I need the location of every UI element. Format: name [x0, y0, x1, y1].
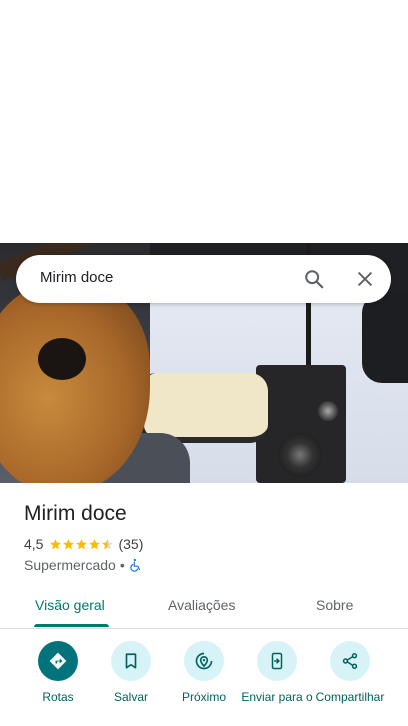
- star-icon: [50, 538, 62, 549]
- send-to-phone-label: Enviar para o: [241, 690, 313, 704]
- category-row: Supermercado •: [24, 557, 143, 573]
- active-tab-indicator: [34, 624, 109, 627]
- map-area[interactable]: [0, 0, 408, 243]
- separator-dot: •: [119, 557, 125, 573]
- wheelchair-accessible-icon: [130, 558, 140, 572]
- bookmark-icon: [125, 653, 137, 669]
- nearby-icon: [195, 652, 213, 670]
- search-icon: [305, 270, 324, 289]
- nearby-label: Próximo: [181, 690, 226, 704]
- send-to-phone-button[interactable]: Enviar para o: [239, 641, 315, 704]
- tab-overview[interactable]: Visão geral: [35, 597, 105, 613]
- half-star-icon: [102, 538, 114, 549]
- star-icon: [63, 538, 75, 549]
- directions-icon: [49, 652, 67, 670]
- star-icon: [76, 538, 88, 549]
- save-circle: [111, 641, 151, 681]
- search-bar[interactable]: Mirim doce: [16, 255, 391, 303]
- place-info-sheet: Mirim doce 4,5 (35) Supermercado • Visão…: [0, 483, 408, 726]
- photo-guitar-hole: [38, 338, 86, 380]
- share-label: Compartilhar: [315, 690, 385, 704]
- star-icon: [89, 538, 101, 549]
- save-button[interactable]: Salvar: [93, 641, 169, 704]
- place-title: Mirim doce: [24, 502, 127, 525]
- directions-button[interactable]: Rotas: [20, 641, 96, 704]
- tab-reviews[interactable]: Avaliações: [168, 597, 235, 613]
- search-query[interactable]: Mirim doce: [40, 269, 113, 286]
- nearby-circle: [184, 641, 224, 681]
- rating-stars: [49, 538, 114, 551]
- photo-speaker-tweeter: [318, 401, 338, 421]
- tab-about[interactable]: Sobre: [316, 597, 353, 613]
- place-category: Supermercado: [24, 557, 116, 573]
- share-circle: [330, 641, 370, 681]
- send-to-phone-circle: [257, 641, 297, 681]
- place-tabs: Visão geral Avaliações Sobre: [0, 585, 408, 629]
- search-button[interactable]: [300, 265, 328, 293]
- review-count[interactable]: (35): [118, 536, 143, 552]
- rating-row[interactable]: 4,5 (35): [24, 536, 143, 552]
- share-button[interactable]: Compartilhar: [312, 641, 388, 704]
- action-bar: Rotas Salvar Próximo Enviar para o Compa…: [0, 641, 408, 726]
- share-icon: [342, 653, 358, 669]
- rating-value: 4,5: [24, 536, 44, 552]
- nearby-button[interactable]: Próximo: [166, 641, 242, 704]
- save-label: Salvar: [113, 690, 148, 704]
- close-icon: [358, 272, 372, 286]
- directions-label: Rotas: [42, 690, 74, 704]
- photo-microphone: [362, 293, 408, 383]
- send-to-phone-icon: [271, 652, 283, 670]
- directions-circle: [38, 641, 78, 681]
- photo-speaker-cone: [278, 433, 322, 477]
- clear-search-button[interactable]: [351, 265, 379, 293]
- photo-guitar: [0, 283, 150, 483]
